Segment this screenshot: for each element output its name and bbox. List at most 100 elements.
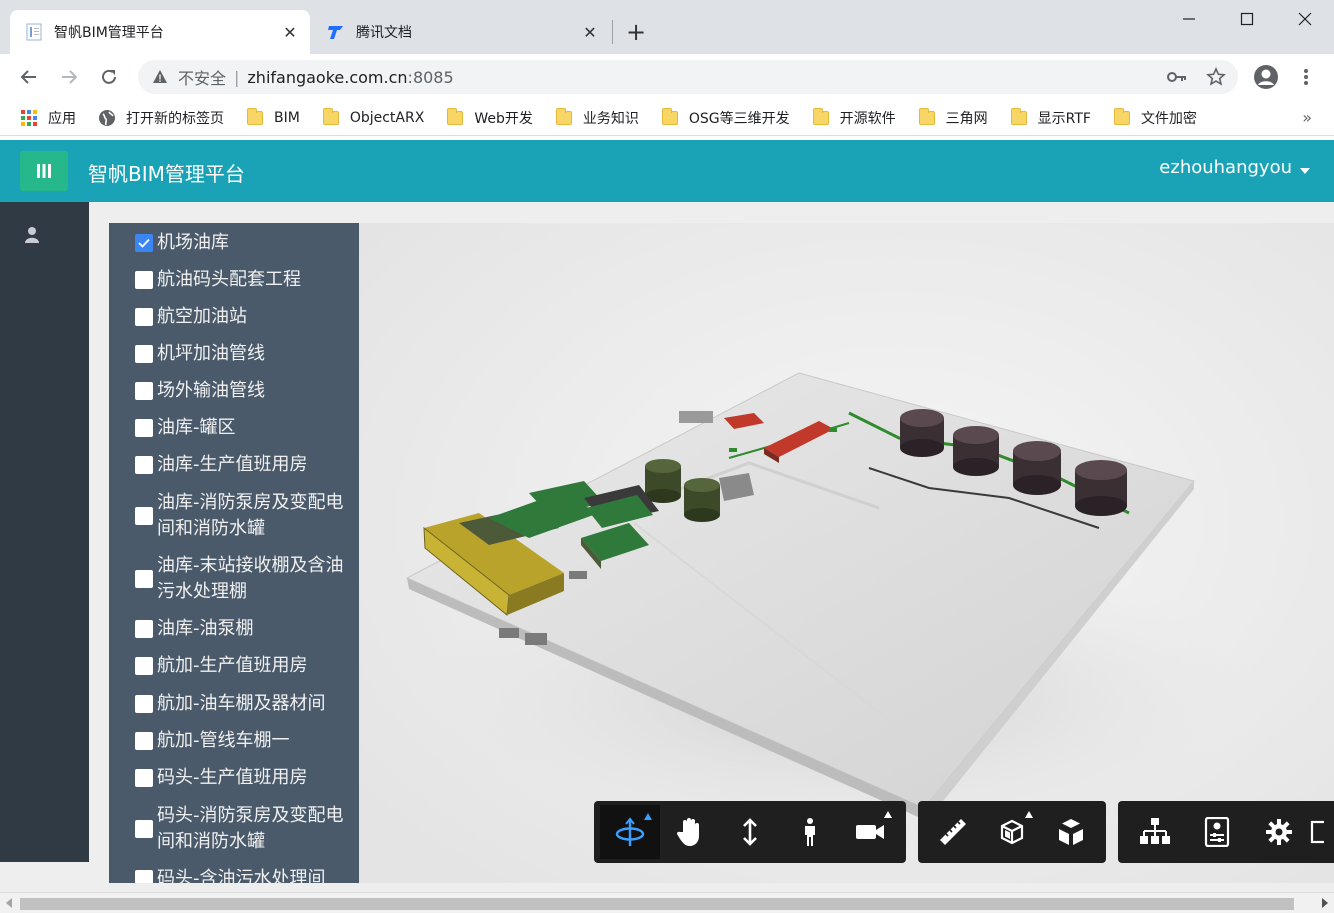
checkbox[interactable]: [135, 820, 153, 838]
new-tab-button[interactable]: +: [622, 18, 650, 46]
settings-tool-button[interactable]: [1248, 805, 1310, 859]
bookmark-folder-rtf[interactable]: 显示RTF: [1010, 107, 1091, 128]
reload-icon: [102, 69, 116, 84]
checkbox[interactable]: [135, 732, 153, 750]
key-icon[interactable]: [1164, 64, 1190, 90]
checkbox[interactable]: [135, 620, 153, 638]
checkbox-checked[interactable]: [135, 234, 153, 252]
close-icon[interactable]: ✕: [580, 22, 600, 42]
zoom-tool-button[interactable]: [720, 805, 780, 859]
tree-item[interactable]: 油库-末站接收棚及含油污水处理棚: [135, 553, 359, 605]
more-vert-icon[interactable]: [1293, 64, 1319, 90]
user-menu[interactable]: ezhouhangyou: [1159, 157, 1310, 178]
orbit-tool-button[interactable]: [600, 805, 660, 859]
checkbox[interactable]: [135, 271, 153, 289]
bookmark-folder-objectarx[interactable]: ObjectARX: [322, 107, 424, 127]
tree-item[interactable]: 航加-管线车棚一: [135, 728, 359, 754]
bim-3d-viewer[interactable]: [359, 223, 1334, 883]
warning-icon[interactable]: [150, 67, 170, 87]
address-bar[interactable]: 不安全 | zhifangaoke.com.cn :8085: [138, 60, 1238, 94]
bookmark-new-tab[interactable]: 打开新的标签页: [98, 108, 224, 128]
bookmarks-overflow-button[interactable]: »: [1302, 108, 1312, 127]
tree-item[interactable]: 航加-生产值班用房: [135, 653, 359, 679]
measure-tool-button[interactable]: [924, 805, 983, 859]
person-icon: [805, 818, 815, 846]
properties-tool-button[interactable]: [1186, 805, 1248, 859]
settings-toolbar: [1118, 801, 1334, 863]
bookmark-folder-business[interactable]: 业务知识: [555, 107, 639, 128]
checkbox[interactable]: [135, 382, 153, 400]
pan-tool-button[interactable]: [660, 805, 720, 859]
bookmark-label: 打开新的标签页: [126, 110, 224, 127]
model-browser-tool-button[interactable]: [1124, 805, 1186, 859]
close-icon: [1298, 12, 1312, 26]
checkbox[interactable]: [135, 570, 153, 588]
bookmark-folder-web[interactable]: Web开发: [446, 107, 533, 128]
tab-tencent-docs[interactable]: 腾讯文档 ✕: [318, 10, 610, 54]
user-icon[interactable]: [24, 226, 40, 244]
checkbox[interactable]: [135, 507, 153, 525]
bookmark-folder-triangulation[interactable]: 三角网: [918, 107, 988, 128]
browser-toolbar: 不安全 | zhifangaoke.com.cn :8085: [0, 54, 1334, 100]
reload-button[interactable]: [94, 62, 124, 92]
tree-item[interactable]: 码头-消防泵房及变配电间和消防水罐: [135, 803, 359, 855]
star-icon[interactable]: [1203, 64, 1229, 90]
checkbox[interactable]: [135, 419, 153, 437]
tree-item[interactable]: 场外输油管线: [135, 378, 359, 404]
tree-item[interactable]: 码头-生产值班用房: [135, 765, 359, 791]
back-button[interactable]: [14, 62, 44, 92]
tab-title: 腾讯文档: [356, 25, 412, 41]
fire-water-tank: [684, 478, 720, 522]
minimize-button[interactable]: [1160, 4, 1218, 34]
url-host: zhifangaoke.com.cn: [247, 67, 408, 87]
folder-icon: [1113, 107, 1131, 127]
bookmark-folder-opensource[interactable]: 开源软件: [812, 107, 896, 128]
tree-item[interactable]: 航加-油车棚及器材间: [135, 691, 359, 717]
checkbox[interactable]: [135, 345, 153, 363]
first-person-tool-button[interactable]: [780, 805, 840, 859]
checkbox[interactable]: [135, 695, 153, 713]
tree-item[interactable]: 机场油库: [135, 230, 359, 256]
tree-item[interactable]: 油库-油泵棚: [135, 616, 359, 642]
checkbox[interactable]: [135, 657, 153, 675]
scrollbar-thumb[interactable]: [20, 898, 1294, 910]
bookmark-label: 三角网: [945, 110, 988, 127]
checkbox[interactable]: [135, 870, 153, 883]
tree-item-label: 航空加油站: [157, 306, 247, 327]
bookmark-folder-bim[interactable]: BIM: [246, 107, 300, 127]
app-title: 智帆BIM管理平台: [88, 162, 245, 186]
menu-toggle-button[interactable]: [20, 151, 68, 191]
check-icon: [138, 238, 150, 248]
camera-tool-button[interactable]: [840, 805, 900, 859]
close-icon[interactable]: ✕: [280, 22, 300, 42]
tree-item[interactable]: 油库-罐区: [135, 415, 359, 441]
tree-item[interactable]: 航空加油站: [135, 304, 359, 330]
tree-item[interactable]: 油库-消防泵房及变配电间和消防水罐: [135, 490, 359, 542]
maximize-button[interactable]: [1218, 4, 1276, 34]
fullscreen-tool-button[interactable]: [1310, 805, 1334, 859]
tree-item[interactable]: 码头-含油污水处理间: [135, 866, 359, 883]
checkbox[interactable]: [135, 456, 153, 474]
profile-avatar-icon[interactable]: [1252, 63, 1280, 91]
checkbox[interactable]: [135, 769, 153, 787]
arrow-left-icon: [20, 70, 36, 84]
checkbox[interactable]: [135, 308, 153, 326]
horizontal-scrollbar[interactable]: [0, 892, 1334, 913]
arrow-right-icon: [62, 70, 78, 84]
explode-tool-button[interactable]: [1041, 805, 1100, 859]
tree-item-label: 码头-含油污水处理间: [157, 868, 326, 883]
tree-item[interactable]: 油库-生产值班用房: [135, 452, 359, 478]
tree-item[interactable]: 机坪加油管线: [135, 341, 359, 367]
tree-item[interactable]: 航油码头配套工程: [135, 267, 359, 293]
bookmark-apps[interactable]: 应用: [20, 108, 76, 128]
section-tool-button[interactable]: [983, 805, 1042, 859]
bookmark-folder-osg[interactable]: OSG等三维开发: [661, 107, 790, 128]
forward-button[interactable]: [54, 62, 84, 92]
tab-bim-platform[interactable]: 智帆BIM管理平台 ✕: [10, 10, 310, 54]
menu-bars-icon: [37, 164, 51, 178]
scroll-left-icon[interactable]: [6, 898, 12, 908]
window-close-button[interactable]: [1276, 4, 1334, 34]
bookmark-label: 显示RTF: [1037, 110, 1091, 127]
scroll-right-icon[interactable]: [1322, 898, 1328, 908]
bookmark-folder-encrypt[interactable]: 文件加密: [1113, 107, 1197, 128]
